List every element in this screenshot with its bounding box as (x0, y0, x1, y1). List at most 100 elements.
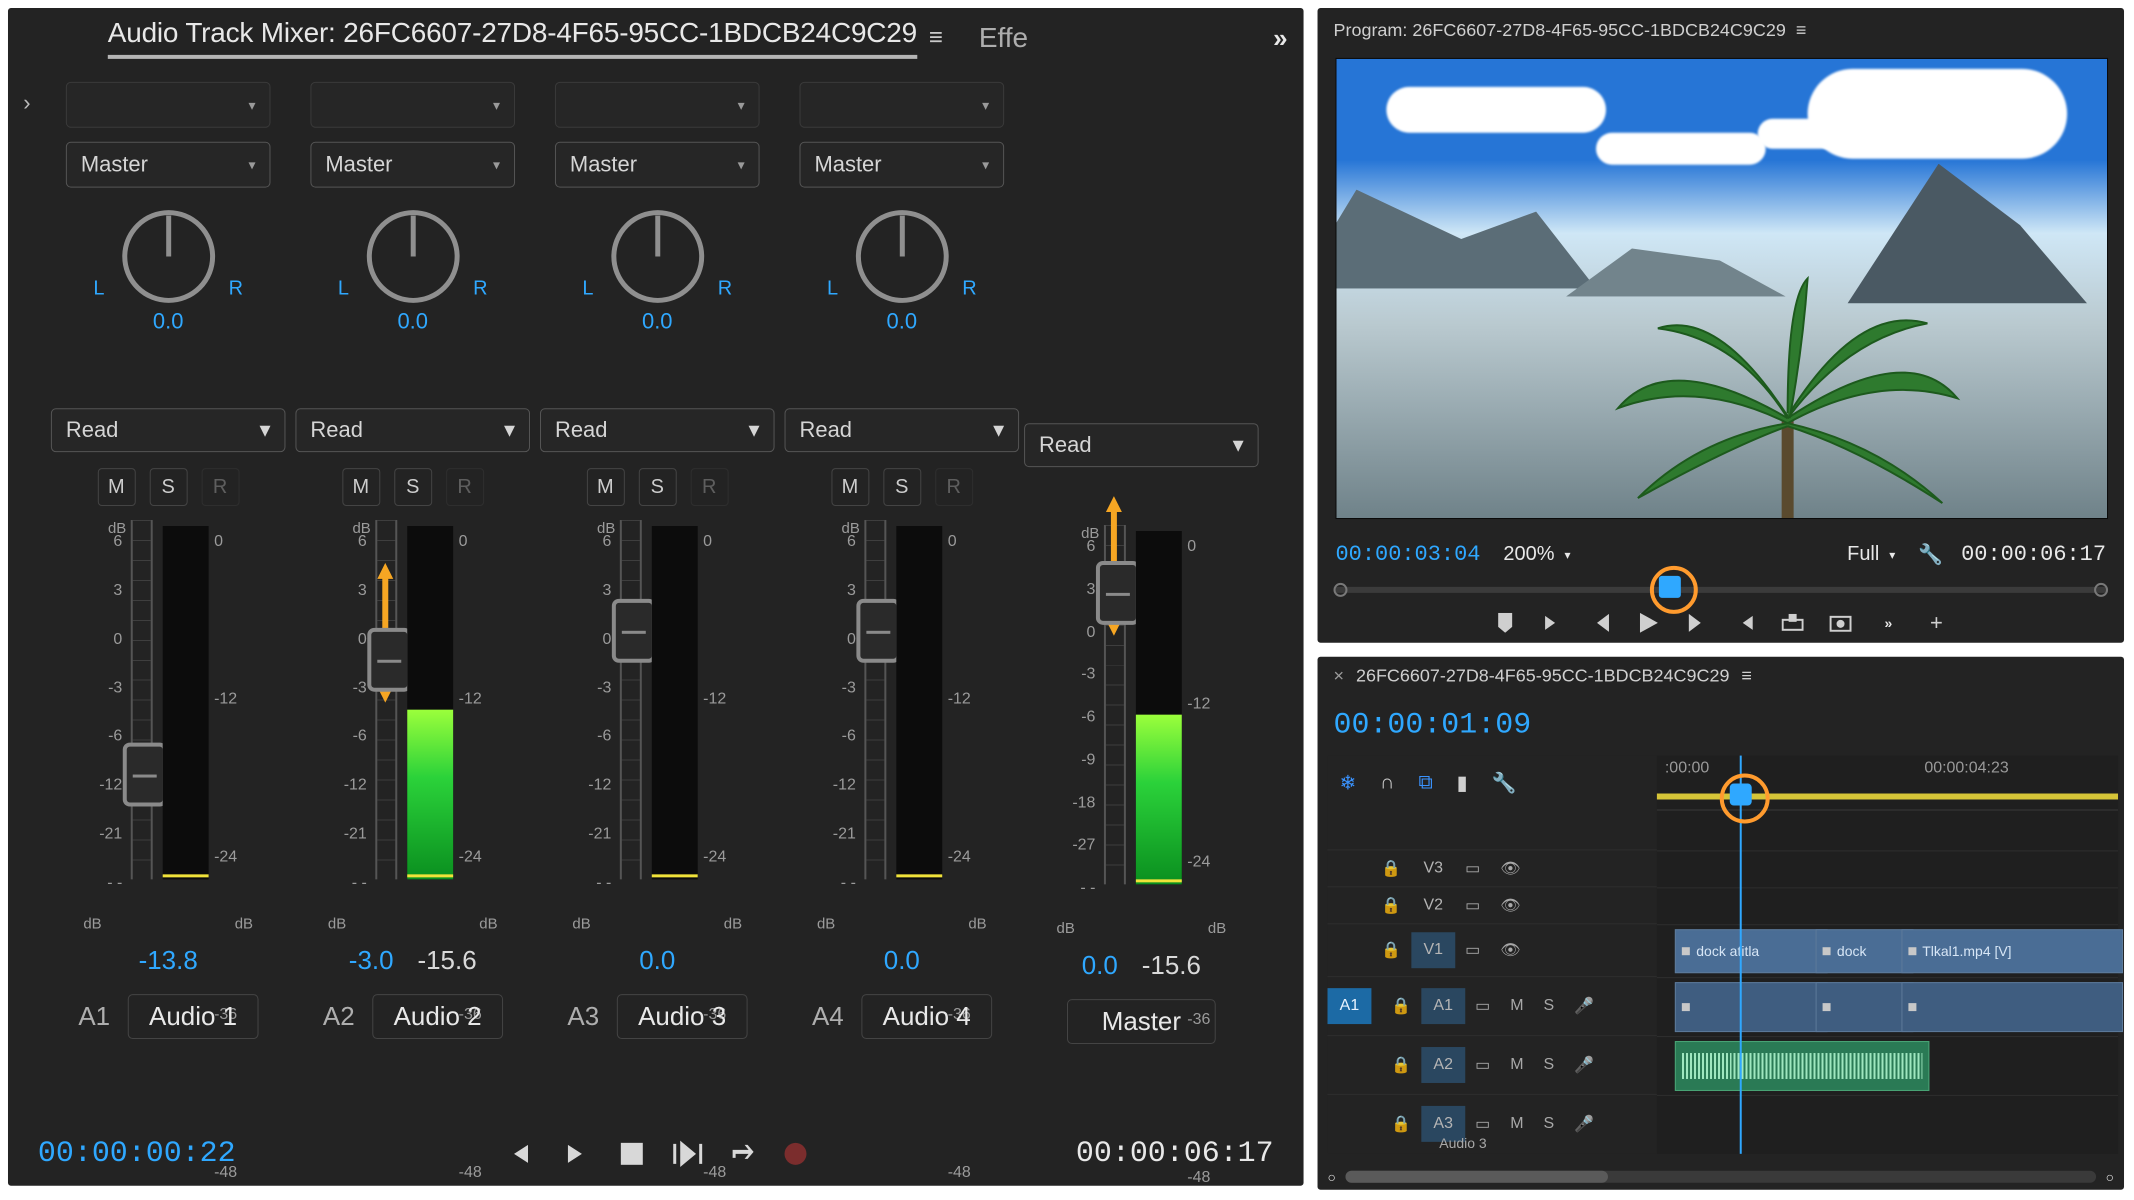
track-lane-A2[interactable] (1657, 1036, 2118, 1095)
track-header-A2[interactable]: 🔒 A2 ▭ M S 🎤 (1328, 1035, 1657, 1094)
automation-mode-dropdown[interactable]: Read▾ (540, 408, 775, 452)
expand-effects-button[interactable]: › (8, 68, 46, 1122)
tab-effects-truncated[interactable]: Effe (979, 22, 1028, 54)
record-enable-button[interactable]: R (446, 468, 484, 506)
settings-icon[interactable]: 🔧 (1492, 770, 1517, 795)
voice-over-icon[interactable]: 🎤 (1574, 1055, 1594, 1075)
panel-menu-icon[interactable]: ≡ (1796, 19, 1806, 40)
audio-clip[interactable] (1901, 982, 2122, 1032)
track-target-V2[interactable]: V2 (1411, 888, 1455, 924)
sync-lock-icon[interactable]: ▭ (1465, 896, 1480, 916)
mute-button[interactable]: M (342, 468, 380, 506)
solo-button[interactable]: S (883, 468, 921, 506)
step-back-button[interactable] (1589, 611, 1613, 635)
play-button[interactable] (1637, 611, 1661, 635)
volume-readout[interactable]: 0.0 (1082, 950, 1118, 981)
video-clip[interactable]: dock atitla (1675, 929, 1827, 973)
go-to-in-point-button[interactable] (505, 1139, 535, 1169)
sync-lock-icon[interactable]: ▭ (1475, 1114, 1490, 1134)
track-name-field[interactable]: Audio 1 (128, 994, 258, 1039)
track-name-field[interactable]: Audio 2 (373, 994, 503, 1039)
solo-button[interactable]: S (394, 468, 432, 506)
track-header-V3[interactable]: 🔒 V3 ▭👁 (1328, 850, 1657, 887)
lock-icon[interactable]: 🔒 (1381, 940, 1401, 960)
panel-menu-icon[interactable]: ≡ (1741, 666, 1751, 687)
magnet-icon[interactable]: ∩ (1380, 771, 1394, 794)
program-title[interactable]: Program: 26FC6607-27D8-4F65-95CC-1BDCB24… (1333, 19, 1785, 40)
program-left-timecode[interactable]: 00:00:03:04 (1335, 542, 1480, 567)
mixer-title[interactable]: Audio Track Mixer: 26FC6607-27D8-4F65-95… (108, 17, 917, 59)
track-header-V2[interactable]: 🔒 V2 ▭👁 (1328, 887, 1657, 924)
lock-icon[interactable]: 🔒 (1381, 896, 1401, 916)
track-header-V1[interactable]: 🔒 V1 ▭👁 (1328, 923, 1657, 976)
linked-selection-icon[interactable]: ⧉ (1418, 771, 1432, 794)
solo-button[interactable]: S (1543, 1115, 1554, 1133)
lock-icon[interactable]: 🔒 (1391, 996, 1411, 1016)
voice-over-icon[interactable]: 🎤 (1574, 1114, 1594, 1134)
overflow-icon[interactable]: » (1876, 611, 1900, 635)
fader-handle[interactable] (367, 628, 411, 692)
solo-button[interactable]: S (149, 468, 187, 506)
pan-value[interactable]: 0.0 (887, 308, 918, 334)
track-target-V3[interactable]: V3 (1411, 851, 1455, 887)
send-assignment-dropdown[interactable]: ▾ (310, 82, 515, 128)
sequence-name[interactable]: 26FC6607-27D8-4F65-95CC-1BDCB24C9C29 (1356, 666, 1729, 687)
sync-lock-icon[interactable]: ▭ (1475, 1055, 1490, 1075)
volume-fader[interactable] (1103, 525, 1125, 884)
track-lane-V1[interactable]: dock atitladockTlkal1.mp4 [V] (1657, 924, 2118, 977)
track-target-A2[interactable]: A2 (1421, 1047, 1465, 1083)
track-lane-A3[interactable] (1657, 1095, 2118, 1154)
toggle-track-output-icon[interactable]: 👁 (1500, 940, 1520, 960)
mute-button[interactable]: M (97, 468, 135, 506)
volume-fader[interactable] (375, 520, 397, 879)
pan-value[interactable]: 0.0 (397, 308, 428, 334)
track-header-A3[interactable]: 🔒 A3 ▭ M S 🎤 Audio 3 (1328, 1094, 1657, 1153)
program-timebar[interactable] (1333, 575, 2108, 601)
quality-dropdown[interactable]: Full▾ (1842, 540, 1900, 569)
audio-clip[interactable] (1675, 982, 1827, 1032)
lock-icon[interactable]: 🔒 (1391, 1114, 1411, 1134)
voice-over-icon[interactable]: 🎤 (1574, 996, 1594, 1016)
audio-clip[interactable] (1675, 1041, 1929, 1091)
output-assignment-dropdown[interactable]: Master▾ (310, 142, 515, 188)
send-assignment-dropdown[interactable]: ▾ (799, 82, 1004, 128)
mute-button[interactable]: M (586, 468, 624, 506)
mark-in-button[interactable] (1541, 611, 1565, 635)
automation-mode-dropdown[interactable]: Read▾ (785, 408, 1020, 452)
track-target-V1[interactable]: V1 (1411, 932, 1455, 968)
overflow-icon[interactable]: » (1273, 22, 1287, 53)
lock-icon[interactable]: 🔒 (1381, 859, 1401, 879)
marker-span-icon[interactable]: ▮ (1457, 770, 1468, 795)
volume-readout[interactable]: 0.0 (639, 945, 675, 976)
source-patch-A1[interactable]: A1 (1328, 988, 1372, 1024)
sync-lock-icon[interactable]: ▭ (1475, 996, 1490, 1016)
automation-mode-dropdown[interactable]: Read▾ (1024, 423, 1259, 467)
lift-button[interactable] (1781, 611, 1805, 635)
output-assignment-dropdown[interactable]: Master▾ (799, 142, 1004, 188)
mute-button[interactable]: M (1510, 1056, 1523, 1074)
fader-handle[interactable] (611, 599, 655, 663)
record-enable-button[interactable]: R (935, 468, 973, 506)
timeline-horizontal-scrollbar[interactable] (1346, 1171, 2096, 1183)
mute-button[interactable]: M (1510, 1115, 1523, 1133)
button-editor-plus[interactable]: + (1924, 611, 1948, 635)
record-enable-button[interactable]: R (690, 468, 728, 506)
mute-button[interactable]: M (831, 468, 869, 506)
video-clip[interactable]: dock (1816, 929, 1913, 973)
volume-fader[interactable] (864, 520, 886, 879)
volume-readout[interactable]: 0.0 (884, 945, 920, 976)
fader-handle[interactable] (856, 599, 900, 663)
snap-icon[interactable]: ❄ (1339, 770, 1356, 795)
pan-value[interactable]: 0.0 (642, 308, 673, 334)
program-right-timecode[interactable]: 00:00:06:17 (1961, 542, 2106, 567)
left-timecode[interactable]: 00:00:00:22 (38, 1137, 236, 1171)
track-name-field[interactable]: Audio 3 (617, 994, 747, 1039)
mute-button[interactable]: M (1510, 997, 1523, 1015)
settings-icon[interactable]: 🔧 (1918, 542, 1943, 567)
volume-fader[interactable] (619, 520, 641, 879)
track-lane-A1[interactable] (1657, 977, 2118, 1036)
zoom-dropdown[interactable]: 200%▾ (1498, 540, 1575, 569)
track-lane-V2[interactable] (1657, 888, 2118, 925)
record-button[interactable] (785, 1143, 807, 1165)
track-header-A1[interactable]: A1 🔒 A1 ▭ M S 🎤 (1328, 976, 1657, 1035)
